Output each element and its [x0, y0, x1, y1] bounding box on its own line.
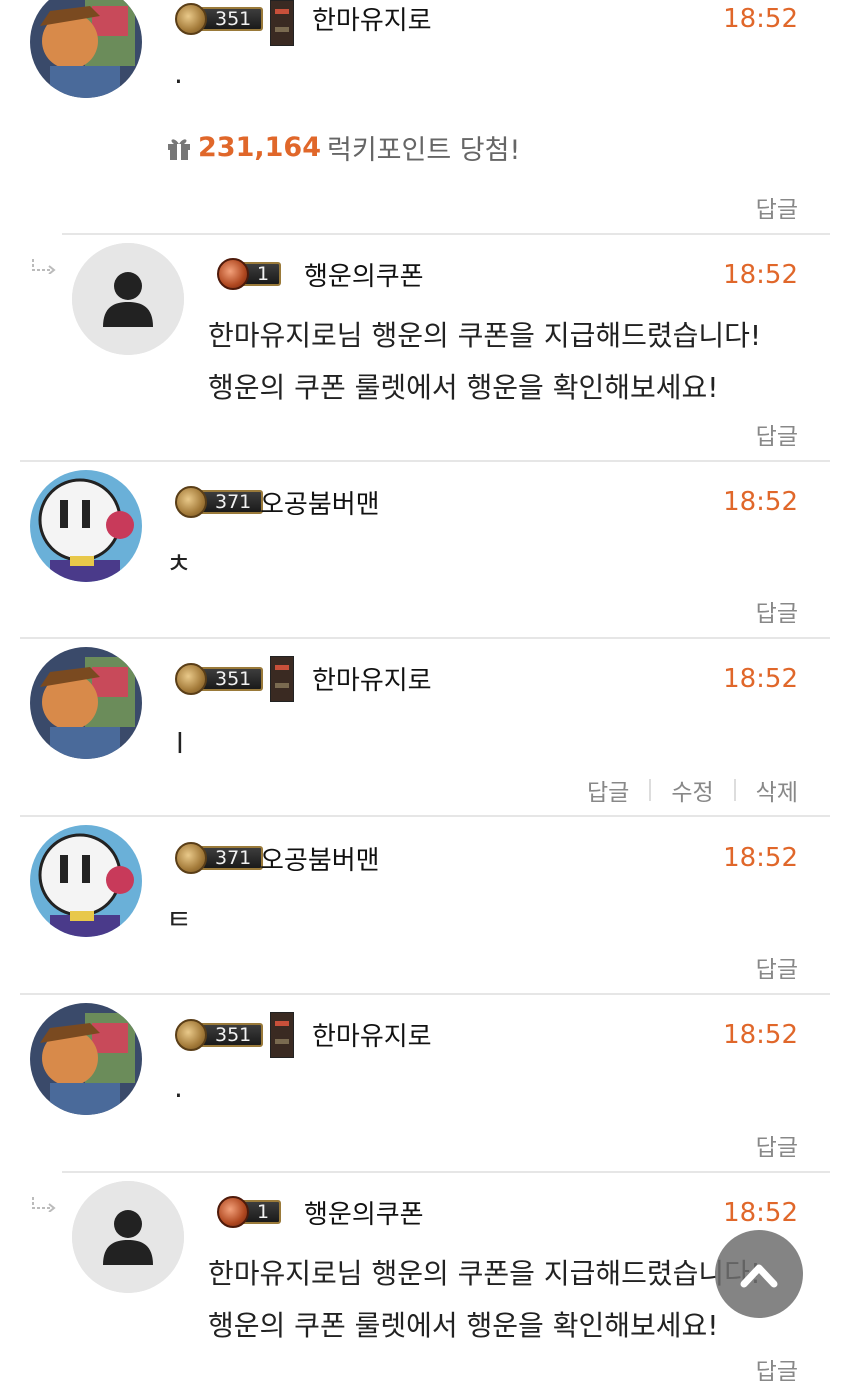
comment-actions: 답글	[756, 950, 798, 984]
user-silhouette-icon	[72, 243, 184, 355]
divider	[20, 815, 830, 817]
delete-button[interactable]: 삭제	[756, 773, 798, 807]
username[interactable]: 한마유지로	[312, 660, 432, 697]
reply-button[interactable]: 답글	[756, 417, 798, 451]
comment-text-line: 한마유지로님 행운의 쿠폰을 지급해드렸습니다!	[208, 1257, 762, 1290]
comment-actions: 답글	[756, 1352, 798, 1386]
level-badge: 371	[175, 842, 264, 874]
comment-time: 18:52	[723, 260, 798, 290]
reply-button[interactable]: 답글	[756, 1352, 798, 1386]
comment-text-line: 한마유지로님 행운의 쿠폰을 지급해드렸습니다!	[208, 319, 762, 352]
comment-text: ·	[174, 1079, 183, 1112]
comment-text: ·	[174, 65, 183, 98]
avatar[interactable]	[30, 647, 142, 759]
lucky-points-label: 럭키포인트 당첨!	[326, 135, 521, 166]
divider	[62, 1171, 830, 1173]
reply-arrow-icon	[32, 1197, 56, 1212]
comment-text: ㅊ	[166, 547, 192, 580]
avatar[interactable]	[72, 1181, 184, 1293]
comment-time: 18:52	[723, 1020, 798, 1050]
comment-text-line: 행운의 쿠폰 룰렛에서 행운을 확인해보세요!	[208, 1309, 719, 1342]
reply-button[interactable]: 답글	[587, 773, 629, 807]
level-badge: 371	[175, 486, 264, 518]
reply-arrow-icon	[32, 259, 56, 274]
profile-item-image	[270, 1012, 294, 1058]
scroll-to-top-button[interactable]	[715, 1230, 803, 1318]
comment-actions: 답글	[756, 594, 798, 628]
action-separator	[733, 779, 736, 801]
comment-actions: 답글	[756, 190, 798, 224]
avatar[interactable]	[30, 470, 142, 582]
comment-time: 18:52	[723, 4, 798, 34]
comment-text-line: 행운의 쿠폰 룰렛에서 행운을 확인해보세요!	[208, 371, 719, 404]
username[interactable]: 행운의쿠폰	[304, 256, 424, 293]
comment-actions: 답글	[756, 417, 798, 451]
level-badge: 1	[217, 1196, 282, 1228]
username[interactable]: 한마유지로	[312, 1016, 432, 1053]
reply-button[interactable]: 답글	[756, 1128, 798, 1162]
avatar[interactable]	[30, 825, 142, 937]
comment-time: 18:52	[723, 1198, 798, 1228]
user-silhouette-icon	[72, 1181, 184, 1293]
username[interactable]: 행운의쿠폰	[304, 1194, 424, 1231]
lucky-points-value: 231,164	[198, 132, 321, 163]
divider	[20, 993, 830, 995]
comment-text: l	[176, 727, 184, 760]
username[interactable]: 오공붐버맨	[260, 840, 380, 877]
gift-icon	[168, 138, 190, 160]
avatar[interactable]	[30, 1003, 142, 1115]
profile-item-image	[270, 0, 294, 46]
level-badge: 351	[175, 1019, 264, 1051]
comment-actions: 답글 수정 삭제	[587, 773, 798, 807]
comment-time: 18:52	[723, 664, 798, 694]
username[interactable]: 오공붐버맨	[260, 484, 380, 521]
reply-button[interactable]: 답글	[756, 190, 798, 224]
avatar[interactable]	[72, 243, 184, 355]
edit-button[interactable]: 수정	[671, 773, 713, 807]
reply-button[interactable]: 답글	[756, 594, 798, 628]
divider	[62, 233, 830, 235]
divider	[20, 460, 830, 462]
comment-time: 18:52	[723, 487, 798, 517]
comment-actions: 답글	[756, 1128, 798, 1162]
reply-button[interactable]: 답글	[756, 950, 798, 984]
level-badge: 351	[175, 663, 264, 695]
profile-item-image	[270, 656, 294, 702]
comment-text: ㅌ	[166, 903, 192, 936]
level-badge: 1	[217, 258, 282, 290]
username[interactable]: 한마유지로	[312, 0, 432, 37]
chevron-up-icon	[740, 1264, 778, 1288]
comment-time: 18:52	[723, 843, 798, 873]
level-badge: 351	[175, 3, 264, 35]
action-separator	[649, 779, 652, 801]
divider	[20, 637, 830, 639]
avatar[interactable]	[30, 0, 142, 98]
lucky-points: 231,164 럭키포인트 당첨!	[166, 128, 520, 167]
